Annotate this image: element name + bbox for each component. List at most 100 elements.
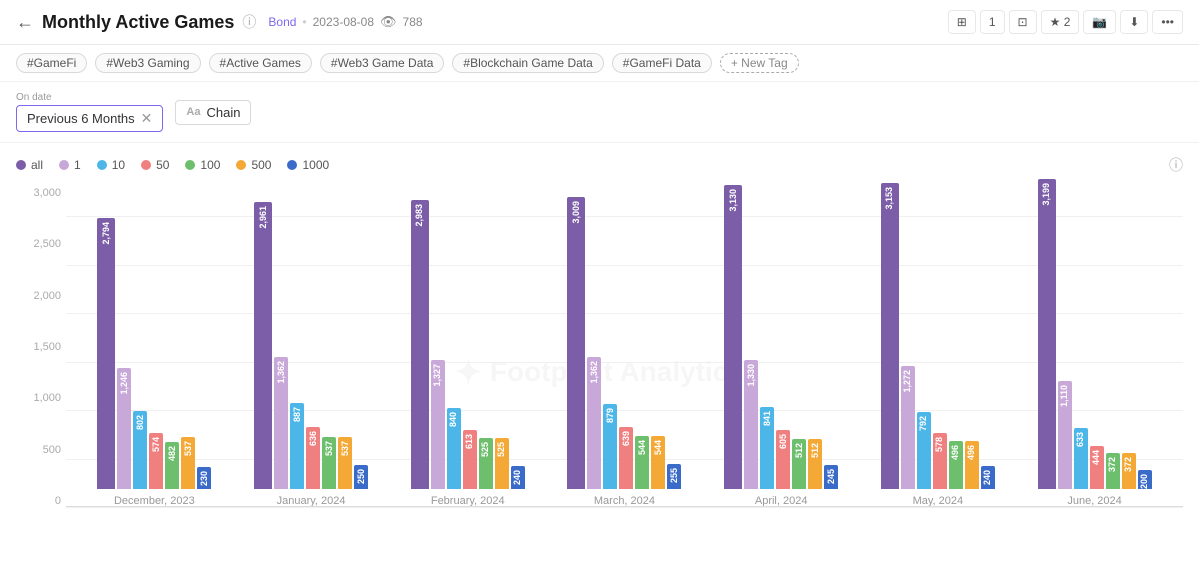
back-button[interactable]: ←: [16, 12, 34, 33]
bar-10: 879: [603, 404, 617, 489]
tag-gamefidata[interactable]: #GameFi Data: [612, 53, 712, 73]
bar-value-label: 240: [983, 468, 992, 485]
y-axis-label: 2,500: [16, 238, 61, 250]
bars-group: 3,1531,272792578496496240: [881, 183, 995, 489]
legend-item-all[interactable]: all: [16, 158, 43, 172]
bar-value-label: 537: [341, 439, 350, 456]
legend-item-50[interactable]: 50: [141, 158, 169, 172]
page-header: ← Monthly Active Games ⓘ Bond • 2023-08-…: [0, 0, 1199, 45]
bar-10: 887: [290, 403, 304, 489]
bar-value-label: 255: [670, 466, 679, 483]
grid-view-button[interactable]: ⊞: [948, 10, 976, 34]
bar-value-label: 1,362: [590, 359, 599, 384]
aa-icon: Aa: [186, 106, 200, 118]
bar-value-label: 512: [811, 441, 820, 458]
legend-item-100[interactable]: 100: [185, 158, 220, 172]
legend-item-10[interactable]: 10: [97, 158, 125, 172]
bar-value-label: 496: [967, 443, 976, 460]
bar-1: 1,272: [901, 366, 915, 489]
bar-1000: 240: [511, 466, 525, 489]
tags-row: #GameFi #Web3 Gaming #Active Games #Web3…: [0, 45, 1199, 82]
bar-value-label: 1,110: [1060, 383, 1069, 407]
bar-1000: 240: [981, 466, 995, 489]
bar-500: 544: [651, 436, 665, 489]
legend-dot-100: [185, 160, 195, 170]
bar-100: 537: [322, 437, 336, 489]
legend-dot-500: [236, 160, 246, 170]
bar-all: 3,130: [724, 185, 742, 489]
bar-value-label: 200: [1140, 472, 1149, 489]
bar-value-label: 578: [935, 435, 944, 452]
expand-button[interactable]: ⊡: [1009, 10, 1037, 34]
tag-web3gamedata[interactable]: #Web3 Game Data: [320, 53, 445, 73]
bar-value-label: 372: [1124, 455, 1133, 472]
month-group: 3,1301,330841605512512245April, 2024: [724, 185, 838, 507]
bar-100: 482: [165, 442, 179, 489]
tag-activegames[interactable]: #Active Games: [209, 53, 312, 73]
download-button[interactable]: ⬇: [1120, 10, 1148, 34]
bar-value-label: 496: [951, 443, 960, 460]
month-group: 2,9831,327840613525525240February, 2024: [411, 200, 525, 507]
tag-gamefi[interactable]: #GameFi: [16, 53, 87, 73]
bar-50: 613: [463, 430, 477, 489]
bar-1: 1,362: [587, 357, 601, 489]
bar-value-label: 2,983: [415, 202, 424, 227]
bars-group: 3,1301,330841605512512245: [724, 185, 838, 489]
chain-filter[interactable]: Aa Chain: [175, 100, 251, 125]
chart-info-icon[interactable]: ⓘ: [1169, 155, 1183, 175]
legend-item-1[interactable]: 1: [59, 158, 81, 172]
screenshot-button[interactable]: 📷: [1083, 10, 1116, 34]
filters-row: On date Previous 6 Months ✕ Aa Chain: [0, 82, 1199, 143]
legend-item-1000[interactable]: 1000: [287, 158, 329, 172]
legend-label-50: 50: [156, 158, 169, 172]
legend-dot-1: [59, 160, 69, 170]
bar-all: 3,199: [1038, 179, 1056, 489]
bar-50: 578: [933, 433, 947, 489]
bar-500: 537: [338, 437, 352, 489]
eye-icon: 👁: [380, 14, 397, 30]
bars-area: 2,7941,246802574482537230December, 20232…: [66, 187, 1183, 507]
bar-50: 574: [149, 433, 163, 489]
bar-1000: 255: [667, 464, 681, 489]
bar-value-label: 3,009: [572, 199, 581, 224]
date-filter-chip[interactable]: Previous 6 Months ✕: [16, 105, 163, 132]
bar-all: 2,961: [254, 202, 272, 489]
bar-value-label: 544: [638, 438, 647, 455]
meta-views: 788: [403, 15, 423, 29]
month-group: 3,1531,272792578496496240May, 2024: [881, 183, 995, 507]
new-tag-button[interactable]: + New Tag: [720, 53, 799, 73]
meta-bond[interactable]: Bond: [268, 15, 296, 29]
month-group: 2,9611,362887636537537250January, 2024: [254, 202, 368, 507]
chart-inner: 3,0002,5002,0001,5001,0005000 2,7941,246…: [16, 187, 1183, 527]
title-info-icon[interactable]: ⓘ: [242, 12, 256, 32]
y-axis-label: 1,500: [16, 341, 61, 353]
meta-date: 2023-08-08: [313, 15, 374, 29]
version-button[interactable]: 1: [980, 10, 1005, 34]
bar-1000: 250: [354, 465, 368, 489]
y-axis-label: 1,000: [16, 392, 61, 404]
bar-1000: 245: [824, 465, 838, 489]
chart-section: all 1 10 50 100 500 1000 ⓘ ✦ Footprint Analyti…: [0, 143, 1199, 569]
bar-value-label: 879: [606, 406, 615, 423]
bar-10: 802: [133, 411, 147, 489]
legend-item-500[interactable]: 500: [236, 158, 271, 172]
bar-value-label: 1,362: [277, 359, 286, 384]
bar-value-label: 544: [654, 438, 663, 455]
bar-1000: 230: [197, 467, 211, 489]
legend-label-1000: 1000: [302, 158, 329, 172]
bar-value-label: 525: [481, 440, 490, 457]
tag-web3gaming[interactable]: #Web3 Gaming: [95, 53, 200, 73]
bar-value-label: 887: [293, 405, 302, 422]
more-button[interactable]: •••: [1152, 10, 1183, 34]
y-axis: 3,0002,5002,0001,5001,0005000: [16, 187, 61, 527]
legend-dot-50: [141, 160, 151, 170]
bar-10: 792: [917, 412, 931, 489]
chart-container: ✦ Footprint Analytics 3,0002,5002,0001,5…: [16, 187, 1183, 557]
bar-value-label: 2,794: [102, 220, 111, 245]
legend-label-1: 1: [74, 158, 81, 172]
star-button[interactable]: ★ 2: [1041, 10, 1080, 34]
date-filter-group: On date Previous 6 Months ✕: [16, 92, 163, 132]
bar-value-label: 802: [136, 413, 145, 430]
tag-blockchaindata[interactable]: #Blockchain Game Data: [452, 53, 603, 73]
date-filter-clear[interactable]: ✕: [141, 110, 153, 127]
